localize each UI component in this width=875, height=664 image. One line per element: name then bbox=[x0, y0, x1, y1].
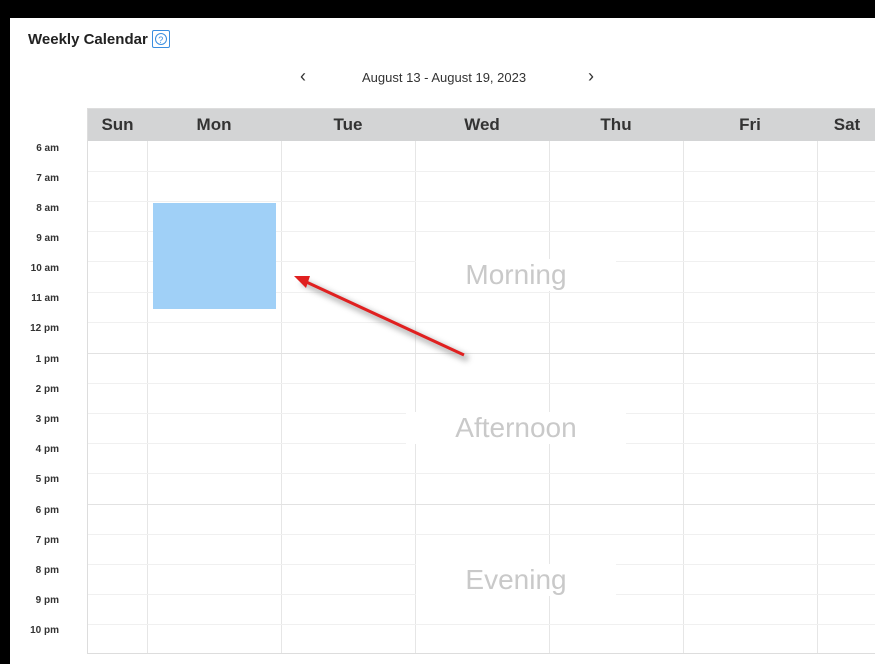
arrow-shaft bbox=[301, 278, 465, 357]
calendar-panel: Weekly Calendar ? ‹ August 13 - August 1… bbox=[10, 18, 875, 664]
annotation-arrow bbox=[294, 276, 470, 362]
